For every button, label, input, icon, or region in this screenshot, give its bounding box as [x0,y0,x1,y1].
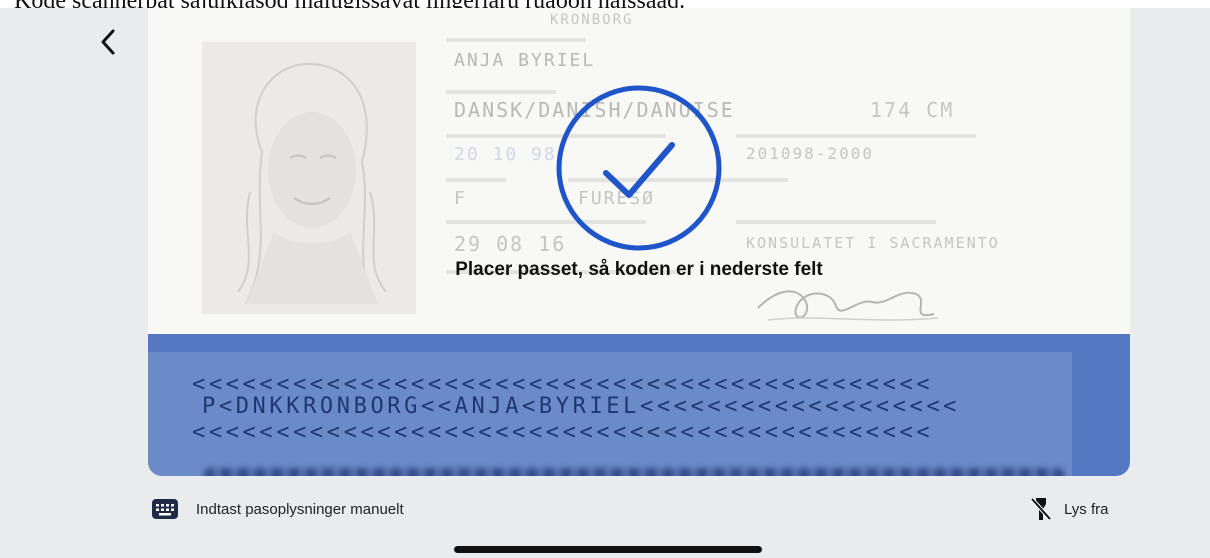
mrz-scan-area: <<<<<<<<<<<<<<<<<<<<<<<<<<<<<<<<<<<<<<<<… [148,334,1130,476]
field-label [736,134,976,138]
back-button[interactable] [90,24,126,60]
chevron-left-icon [101,29,115,55]
passport-birth-date: 20 10 98 [454,144,557,165]
mrz-line-3: <<<<<<<<<<<<<<<<<<<<<<<<<<<<<<<<<<<<<<<<… [192,420,934,445]
passport-height: 174 CM [870,98,955,122]
mrz-line-2: P<DNKKRONBORG<<ANJA<BYRIEL<<<<<<<<<<<<<<… [202,394,961,419]
keyboard-icon [152,499,178,519]
manual-entry-label: Indtast pasoplysninger manuelt [196,500,404,518]
passport-personal-number: 201098-2000 [746,144,874,163]
passport-scan-screen: KRONBORG ANJA BYRIEL DANSK/DANISH/DANOIS… [0,8,1210,558]
mrz-zone: <<<<<<<<<<<<<<<<<<<<<<<<<<<<<<<<<<<<<<<<… [148,352,1072,476]
passport-authority: KONSULATET I SACRAMENTO [746,234,1000,252]
mrz-line-4-blurred [204,468,1064,476]
passport-sex: F [454,188,467,209]
field-label [446,90,556,94]
checkmark-circle-icon [556,85,722,251]
manual-entry-button[interactable]: Indtast pasoplysninger manuelt [152,496,404,522]
field-label [446,178,506,182]
field-label [446,38,586,42]
home-indicator [454,546,762,553]
passport-issue-date: 29 08 16 [454,232,567,256]
passport-surname: KRONBORG [550,12,634,28]
light-toggle-button[interactable]: Lys fra [1030,496,1108,522]
scan-instruction: Placer passet, så koden er i nederste fe… [455,259,823,280]
passport-given-names: ANJA BYRIEL [454,50,596,71]
light-toggle-label: Lys fra [1064,500,1109,518]
flashlight-off-icon [1030,497,1052,521]
field-label [736,220,936,224]
